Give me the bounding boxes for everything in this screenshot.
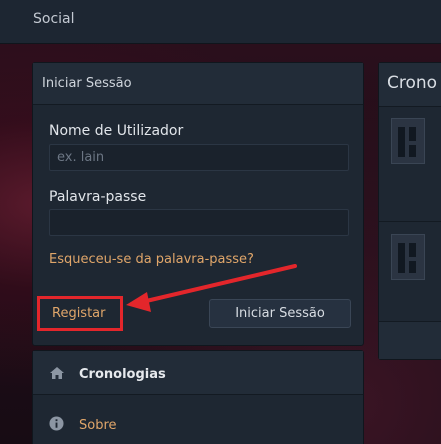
divider: [379, 221, 441, 222]
top-navbar: Social: [0, 0, 441, 44]
password-input[interactable]: [49, 209, 349, 236]
password-label: Palavra-passe: [49, 189, 147, 205]
nav-link-social[interactable]: Social: [33, 11, 75, 27]
username-input[interactable]: [49, 144, 349, 171]
sidebar-item-label: Cronologias: [79, 367, 166, 382]
login-panel-title: Iniciar Sessão: [33, 63, 363, 105]
sidebar-item-label: Sobre: [79, 418, 117, 433]
timelines-panel: Crono: [378, 62, 441, 360]
timelines-panel-footer: [379, 321, 441, 359]
sidebar-item-sobre[interactable]: Sobre: [33, 401, 363, 444]
timeline-thumbnail[interactable]: [391, 234, 425, 280]
timelines-panel-title: Crono: [379, 63, 441, 107]
timeline-thumbnail[interactable]: [391, 118, 425, 164]
sidebar-item-cronologias[interactable]: Cronologias: [33, 351, 363, 395]
forgot-password-link[interactable]: Esqueceu-se da palavra-passe?: [49, 252, 254, 267]
signin-button[interactable]: Iniciar Sessão: [209, 299, 351, 328]
login-panel: Iniciar Sessão Nome de Utilizador Palavr…: [32, 62, 364, 346]
home-icon: [50, 367, 64, 379]
info-icon: [49, 416, 64, 431]
sidebar-menu: Cronologias Sobre: [32, 350, 364, 444]
register-link-label: Registar: [52, 306, 106, 321]
username-label: Nome de Utilizador: [49, 123, 184, 139]
register-link[interactable]: Registar: [37, 296, 123, 331]
